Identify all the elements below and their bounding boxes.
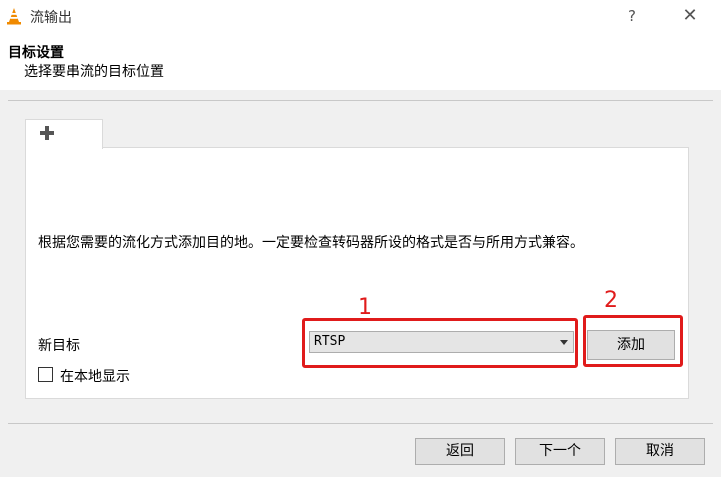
title-bar: 流输出 ? ✕ <box>0 0 721 32</box>
close-button[interactable]: ✕ <box>676 0 704 32</box>
header-divider <box>8 100 713 101</box>
footer-divider <box>8 423 713 424</box>
page-subtitle: 选择要串流的目标位置 <box>24 64 164 80</box>
annotation-number-1: 1 <box>358 295 372 320</box>
window-title: 流输出 <box>30 10 72 26</box>
annotation-box-2 <box>583 315 683 367</box>
tab-add-destination[interactable] <box>25 119 103 149</box>
page-title: 目标设置 <box>8 45 64 61</box>
help-button[interactable]: ? <box>618 0 646 32</box>
display-locally-label: 在本地显示 <box>60 369 130 385</box>
wizard-header: 目标设置 选择要串流的目标位置 <box>0 32 721 90</box>
display-locally-checkbox[interactable] <box>38 367 53 382</box>
annotation-box-1 <box>302 318 578 368</box>
new-destination-label: 新目标 <box>38 338 80 354</box>
annotation-number-2: 2 <box>604 288 618 313</box>
back-button[interactable]: 返回 <box>415 438 505 465</box>
plus-icon <box>40 126 54 140</box>
stream-output-dialog: 流输出 ? ✕ 目标设置 选择要串流的目标位置 根据您需要的流化方式添加目的地。… <box>0 0 721 477</box>
description-text: 根据您需要的流化方式添加目的地。一定要检查转码器所设的格式是否与所用方式兼容。 <box>38 235 584 251</box>
vlc-cone-icon <box>6 7 22 25</box>
next-button[interactable]: 下一个 <box>515 438 605 465</box>
cancel-button[interactable]: 取消 <box>615 438 705 465</box>
